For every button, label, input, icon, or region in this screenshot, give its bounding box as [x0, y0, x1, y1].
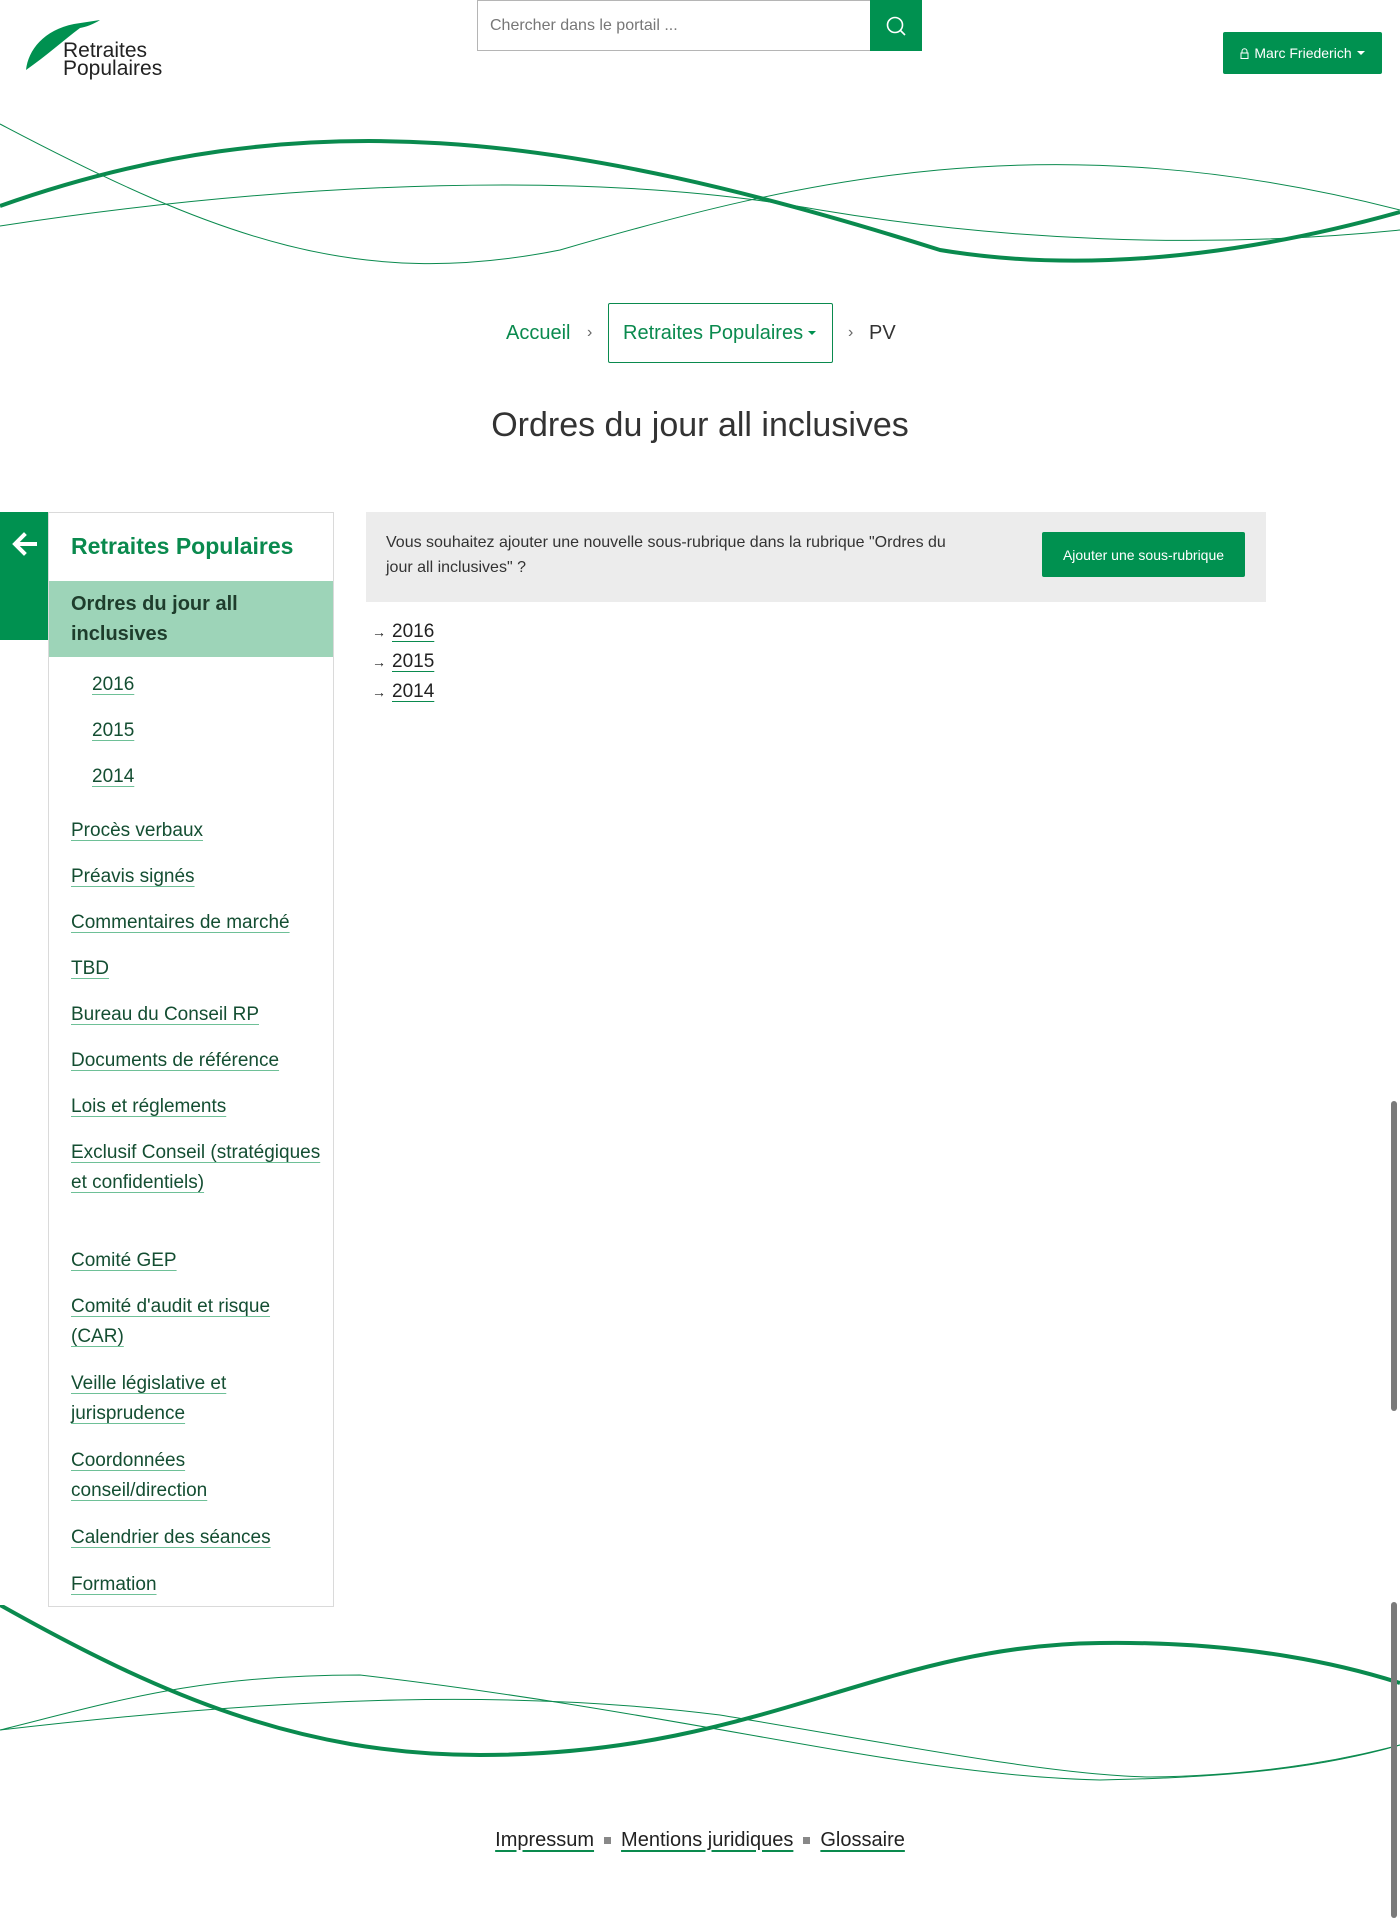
sidebar-item-tbd[interactable]: TBD — [71, 954, 321, 984]
sidebar: Retraites Populaires Ordres du jour all … — [48, 512, 334, 1607]
sidebar-item-calendrier[interactable]: Calendrier des séances — [71, 1523, 321, 1553]
sidebar-item-preavis-signes[interactable]: Préavis signés — [71, 862, 321, 892]
list-item: → 2016 — [372, 617, 434, 647]
breadcrumb-section-dropdown[interactable]: Retraites Populaires — [608, 303, 833, 363]
add-subsection-button[interactable]: Ajouter une sous-rubrique — [1042, 532, 1245, 577]
sidebar-item-commentaires-marche[interactable]: Commentaires de marché — [71, 908, 321, 938]
add-subsection-notice: Vous souhaitez ajouter une nouvelle sous… — [366, 512, 1266, 602]
year-link-2016[interactable]: 2016 — [392, 617, 434, 647]
caret-down-icon — [808, 331, 817, 335]
search-icon — [886, 16, 906, 36]
user-name: Marc Friederich — [1254, 45, 1352, 61]
arrow-right-icon: → — [372, 624, 386, 640]
scrollbar-thumb[interactable] — [1391, 1101, 1397, 1411]
sidebar-title-link[interactable]: Retraites Populaires — [71, 533, 293, 560]
search-button[interactable] — [870, 0, 922, 51]
year-link-2015[interactable]: 2015 — [392, 647, 434, 677]
footer-waves-decoration — [0, 1605, 1400, 1781]
footer-separator — [604, 1836, 612, 1844]
search-bar — [477, 0, 922, 51]
sidebar-subitem-2015[interactable]: 2015 — [92, 716, 134, 746]
logo[interactable]: Retraites Populaires — [24, 20, 174, 84]
notice-text: Vous souhaitez ajouter une nouvelle sous… — [386, 534, 946, 576]
footer-link-impressum[interactable]: Impressum — [495, 1829, 594, 1852]
breadcrumb-current: PV — [869, 321, 896, 344]
sidebar-item-lois-reglements[interactable]: Lois et réglements — [71, 1092, 321, 1122]
footer-link-glossaire[interactable]: Glossaire — [820, 1829, 904, 1852]
logo-text-line2: Populaires — [63, 57, 163, 80]
sidebar-item-veille-legislative[interactable]: Veille législative et jurisprudence — [71, 1369, 321, 1429]
breadcrumb-section-label: Retraites Populaires — [623, 321, 804, 344]
sidebar-subitem-2014[interactable]: 2014 — [92, 762, 134, 792]
sidebar-item-documents-reference[interactable]: Documents de référence — [71, 1046, 321, 1076]
breadcrumb-separator: › — [587, 324, 593, 341]
list-item: → 2014 — [372, 677, 434, 707]
search-input[interactable] — [478, 1, 870, 50]
page-title: Ordres du jour all inclusives — [491, 406, 909, 444]
breadcrumb-separator: › — [848, 324, 854, 341]
sidebar-item-comite-audit[interactable]: Comité d'audit et risque (CAR) — [71, 1292, 321, 1352]
sidebar-item-coordonnees[interactable]: Coordonnées conseil/direction — [71, 1446, 321, 1506]
sidebar-item-comite-gep[interactable]: Comité GEP — [71, 1246, 321, 1276]
arrow-left-icon — [12, 532, 37, 556]
list-item: → 2015 — [372, 647, 434, 677]
year-link-2014[interactable]: 2014 — [392, 677, 434, 707]
footer-link-mentions[interactable]: Mentions juridiques — [621, 1829, 793, 1852]
sidebar-item-active[interactable]: Ordres du jour all inclusives — [49, 581, 333, 657]
breadcrumb: Accueil › Retraites Populaires › PV — [0, 303, 1400, 363]
sidebar-subitem-2016[interactable]: 2016 — [92, 670, 134, 700]
sidebar-item-exclusif-conseil[interactable]: Exclusif Conseil (stratégiques et confid… — [71, 1138, 321, 1198]
footer-separator — [803, 1836, 811, 1844]
sidebar-item-formation[interactable]: Formation — [71, 1570, 321, 1600]
footer-links: Impressum Mentions juridiques Glossaire — [0, 1822, 1400, 1858]
breadcrumb-home-link[interactable]: Accueil — [506, 322, 570, 345]
sidebar-item-bureau-conseil[interactable]: Bureau du Conseil RP — [71, 1000, 321, 1030]
lock-icon — [1240, 47, 1249, 59]
year-list: → 2016 → 2015 → 2014 — [372, 617, 434, 707]
back-button[interactable] — [0, 512, 48, 640]
caret-down-icon — [1356, 51, 1365, 55]
arrow-right-icon: → — [372, 684, 386, 700]
scrollbar-thumb-lower[interactable] — [1391, 1602, 1397, 1918]
user-menu-button[interactable]: Marc Friederich — [1223, 32, 1382, 74]
sidebar-item-proces-verbaux[interactable]: Procès verbaux — [71, 816, 321, 846]
arrow-right-icon: → — [372, 654, 386, 670]
header-waves-decoration — [0, 123, 1400, 265]
